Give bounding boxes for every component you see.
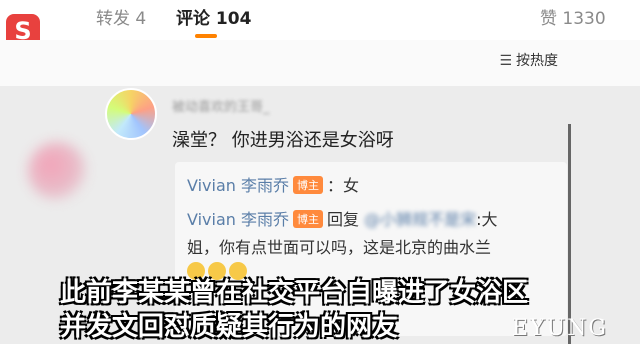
- tab-likes[interactable]: 赞 1330: [540, 4, 606, 29]
- reply-2-text: 姐，你有点世面可以吗，这是北京的曲水兰: [187, 238, 492, 257]
- reply-2-tail: :大: [476, 210, 498, 229]
- comment-username[interactable]: 被动喜欢的王哥_: [172, 96, 270, 115]
- active-tab-indicator: [195, 34, 217, 38]
- tab-bar: 转发 4 评论 104 赞 1330: [0, 0, 640, 40]
- author-badge: 博主: [293, 176, 323, 194]
- scrollbar[interactable]: [568, 124, 571, 344]
- avatar[interactable]: [105, 88, 157, 140]
- author-badge: 博主: [293, 210, 323, 228]
- reply-2: Vivian 李雨乔 博主 回复 @小狮规不是宋:大: [187, 206, 498, 230]
- reply-1-text: ：女: [327, 176, 360, 195]
- reply-target[interactable]: @小狮规不是宋: [364, 210, 476, 229]
- watermark-logo: EYUNG: [512, 316, 608, 341]
- blurred-avatar: [28, 142, 86, 200]
- reply-prefix: 回复: [327, 210, 360, 229]
- subtitle-line-1: 此前李某某曾在社交平台自曝进了女浴区: [60, 278, 529, 308]
- tab-comments[interactable]: 评论 104: [176, 4, 251, 29]
- sort-icon: ☰: [499, 53, 512, 69]
- reply-author[interactable]: Vivian 李雨乔: [187, 210, 289, 229]
- comment-text: 澡堂？ 你进男浴还是女浴呀: [172, 130, 394, 151]
- tab-repost[interactable]: 转发 4: [96, 4, 146, 29]
- subtitle-line-2: 并发文回怼质疑其行为的网友: [60, 312, 399, 342]
- reply-author[interactable]: Vivian 李雨乔: [187, 176, 289, 195]
- sort-row: ☰ 按热度: [0, 40, 640, 86]
- reply-1: Vivian 李雨乔 博主 ：女: [187, 172, 359, 196]
- sort-by-hot-button[interactable]: ☰ 按热度: [499, 50, 558, 70]
- sort-label: 按热度: [516, 53, 558, 69]
